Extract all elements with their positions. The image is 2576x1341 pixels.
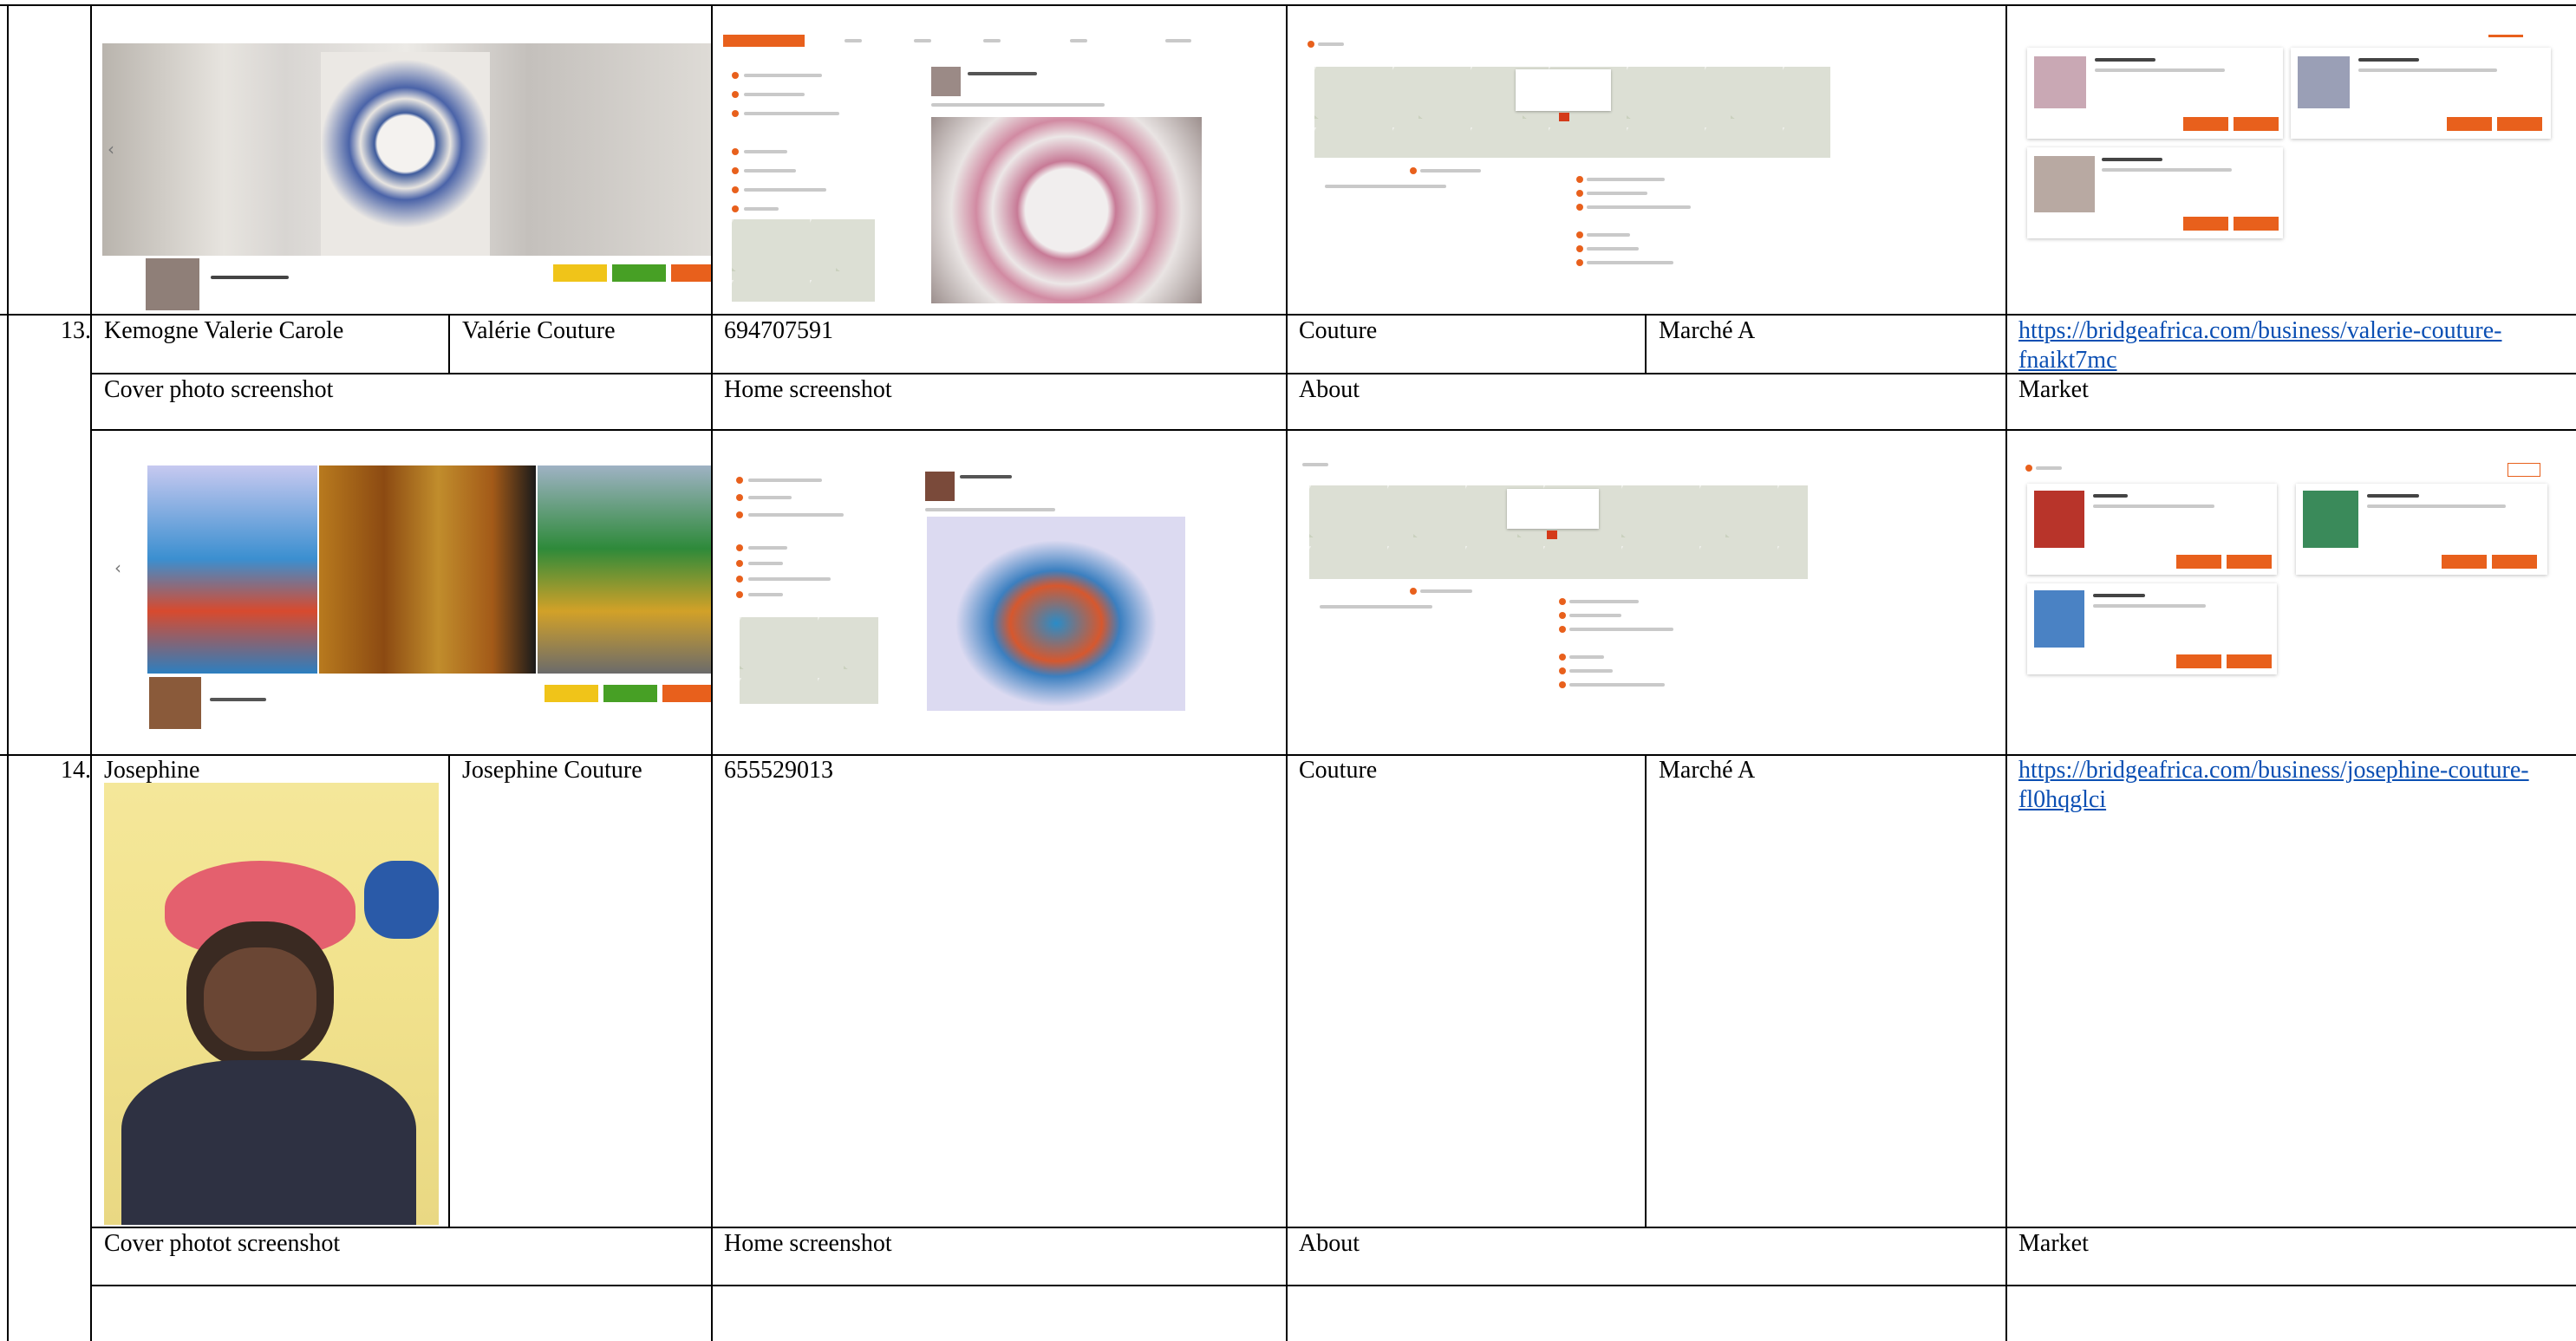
row-number: 13. <box>61 317 91 344</box>
business-link[interactable]: https://bridgeafrica.com/business/joseph… <box>2018 756 2556 815</box>
business-link[interactable]: https://bridgeafrica.com/business/valeri… <box>2018 316 2539 375</box>
phone-number: 655529013 <box>724 757 833 784</box>
category: Couture <box>1299 317 1378 344</box>
rule <box>90 1227 2576 1228</box>
cover-photo-screenshot: ‹ <box>104 464 711 732</box>
chevron-left-icon: ‹ <box>108 139 114 159</box>
market-screenshot <box>2020 458 2558 692</box>
section-label-market: Market <box>2018 1230 2089 1257</box>
rule <box>2005 4 2007 1341</box>
rule <box>448 314 450 373</box>
section-label-about: About <box>1299 376 1360 403</box>
section-label-cover: Cover photot screenshot <box>104 1230 341 1257</box>
chevron-left-icon: ‹ <box>114 557 121 578</box>
rule <box>711 4 713 1341</box>
rule <box>1645 314 1647 373</box>
rule <box>448 754 450 1227</box>
about-screenshot <box>1299 30 1841 290</box>
market-name: Marché A <box>1659 757 1756 784</box>
rule <box>90 429 2576 431</box>
business-name: Josephine Couture <box>462 757 642 784</box>
rule <box>0 4 2576 6</box>
category: Couture <box>1299 757 1378 784</box>
section-label-market: Market <box>2018 376 2089 403</box>
section-label-home: Home screenshot <box>724 376 892 403</box>
market-name: Marché A <box>1659 317 1756 344</box>
owner-name: Kemogne Valerie Carole <box>104 317 344 344</box>
row-number: 14. <box>61 757 91 784</box>
about-screenshot <box>1299 458 1819 722</box>
rule <box>0 314 2576 316</box>
section-label-about: About <box>1299 1230 1360 1257</box>
cover-photo-screenshot: ‹ <box>102 43 711 312</box>
section-label-cover: Cover photo screenshot <box>104 376 334 403</box>
section-label-home: Home screenshot <box>724 1230 892 1257</box>
business-name: Valérie Couture <box>462 317 616 344</box>
home-screenshot <box>733 461 1192 721</box>
rule <box>1645 754 1647 1227</box>
home-screenshot <box>723 30 1209 308</box>
rule <box>90 4 92 1341</box>
owner-photo <box>104 783 439 1225</box>
rule <box>1286 4 1288 1341</box>
rule <box>7 4 9 1341</box>
market-screenshot <box>2020 30 2558 251</box>
owner-name: Josephine <box>104 757 200 784</box>
rule <box>90 1285 2576 1286</box>
phone-number: 694707591 <box>724 317 833 344</box>
